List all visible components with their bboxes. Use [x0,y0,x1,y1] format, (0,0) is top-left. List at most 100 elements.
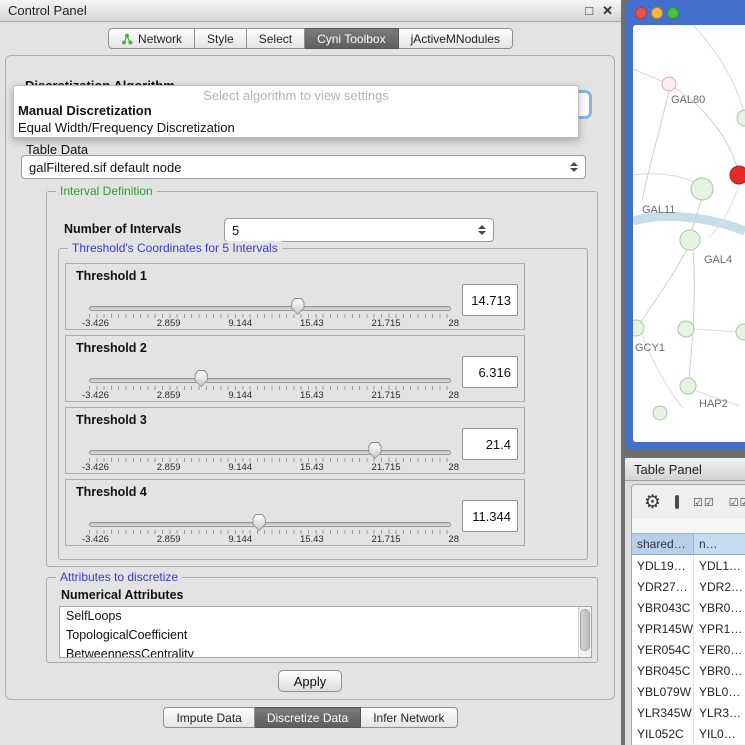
slider-thumb[interactable] [252,514,267,531]
slider-track[interactable] [89,450,451,455]
close-icon[interactable]: ✕ [602,3,613,19]
table-cell[interactable]: YBR0… [694,597,745,618]
table-cell[interactable]: YBR045C [632,660,694,681]
table-cell[interactable]: YER054C [632,639,694,660]
threshold-value-input[interactable]: 21.4 [462,428,518,460]
slider-scale: -3.4262.8599.14415.4321.71528 [82,318,459,329]
table-cell[interactable]: YLR3… [694,702,745,723]
network-node[interactable] [662,77,676,91]
network-node[interactable] [653,406,667,420]
tab-cyni-toolbox[interactable]: Cyni Toolbox [305,28,398,49]
threshold-value-input[interactable]: 14.713 [462,284,518,316]
combobox-value: 5 [232,223,478,238]
tab-discretize-data[interactable]: Discretize Data [255,707,361,728]
table-cell[interactable]: YBL0… [694,681,745,702]
scrollbar-thumb[interactable] [580,609,590,651]
network-node[interactable] [737,110,745,126]
dropdown-option-manual-discretization[interactable]: Manual Discretization [18,103,152,118]
slider-scale-label: 28 [448,534,459,545]
slider-scale-label: 9.144 [228,462,252,473]
network-node[interactable] [691,178,713,200]
network-edge[interactable] [633,216,745,231]
attribute-item[interactable]: SelfLoops [60,607,591,626]
table-cell[interactable]: YER0… [694,639,745,660]
network-edge[interactable] [633,69,666,83]
slider-thumb[interactable] [194,370,209,387]
table-row[interactable]: YLR345WYLR3… [632,702,745,723]
table-cell[interactable]: YBL079W [632,681,694,702]
table-cell[interactable]: YDL1… [694,555,745,576]
tab-infer-network[interactable]: Infer Network [361,707,457,728]
tab-impute-data[interactable]: Impute Data [163,707,254,728]
network-edge[interactable] [694,329,736,332]
network-graph[interactable]: GAL80GAL11GAL4GCY1HAP2 [633,25,745,442]
slider-track[interactable] [89,306,451,311]
tab-select[interactable]: Select [247,28,305,49]
header-cell-shared-name[interactable]: shared… [632,534,694,554]
tab-jactivemnodules[interactable]: jActiveMNodules [399,28,513,49]
table-row[interactable]: YIL052CYIL0… [632,723,745,744]
network-edge[interactable] [633,174,695,183]
network-node[interactable] [680,230,700,250]
dropdown-option-equal-width[interactable]: Equal Width/Frequency Discretization [18,120,235,135]
network-canvas[interactable]: GAL80GAL11GAL4GCY1HAP2 [633,25,745,442]
table-cell[interactable]: YIL052C [632,723,694,744]
threshold-slider[interactable]: -3.4262.8599.14415.4321.71528 [89,302,451,330]
number-of-intervals-combobox[interactable]: 5 [224,218,494,242]
table-cell[interactable]: YBR043C [632,597,694,618]
apply-button[interactable]: Apply [278,670,342,692]
network-node[interactable] [633,320,644,336]
table-row[interactable]: YDR27…YDR2… [632,576,745,597]
network-node-label: GCY1 [635,342,665,354]
table-cell[interactable]: YPR1… [694,618,745,639]
table-cell[interactable]: YLR345W [632,702,694,723]
table-row[interactable]: YBR045CYBR0… [632,660,745,681]
threshold-slider[interactable]: -3.4262.8599.14415.4321.71528 [89,446,451,474]
tab-network[interactable]: Network [108,28,195,49]
table-row[interactable]: YBL079WYBL0… [632,681,745,702]
table-data-combobox[interactable]: galFiltered.sif default node [21,155,586,179]
network-node[interactable] [680,378,696,394]
columns-icon[interactable] [675,495,679,509]
network-edge[interactable] [641,249,687,322]
network-node[interactable] [678,321,694,337]
gear-icon[interactable]: ⚙ [644,493,661,512]
table-cell[interactable]: YDR2… [694,576,745,597]
table-row[interactable]: YBR043CYBR0… [632,597,745,618]
table-row[interactable]: YER054CYER0… [632,639,745,660]
attribute-item[interactable]: TopologicalCoefficient [60,626,591,645]
table-cell[interactable]: YDR27… [632,576,694,597]
traffic-light-close-icon[interactable] [635,7,647,19]
slider-thumb[interactable] [290,298,305,315]
slider-track[interactable] [89,378,451,383]
threshold-value-input[interactable]: 11.344 [462,500,518,532]
table-cell[interactable]: YBR0… [694,660,745,681]
table-row[interactable]: YDL19…YDL1… [632,555,745,576]
slider-scale-label: 21.715 [372,318,401,329]
list-scrollbar[interactable] [578,607,591,657]
table-panel-body: ⚙ ☑☑ ☑☑ shared… n… YDL19…YDL1… YDR27…YDR… [631,484,745,745]
checkbox-pair-icon-2[interactable]: ☑☑ [729,496,745,509]
checkbox-pair-icon[interactable]: ☑☑ [693,496,715,509]
header-cell-name[interactable]: n… [694,534,745,554]
attribute-item[interactable]: BetweennessCentrality [60,645,591,658]
threshold-slider[interactable]: -3.4262.8599.14415.4321.71528 [89,518,451,546]
table-row[interactable]: YPR145WYPR1… [632,618,745,639]
network-node[interactable] [736,324,745,340]
threshold-slider[interactable]: -3.4262.8599.14415.4321.71528 [89,374,451,402]
slider-track[interactable] [89,522,451,527]
network-edge[interactable] [642,91,669,201]
table-cell[interactable]: YIL0… [694,723,745,744]
traffic-light-zoom-icon[interactable] [667,7,679,19]
bottom-tab-bar: Impute Data Discretize Data Infer Networ… [0,707,621,728]
minimize-icon[interactable]: □ [585,3,593,18]
traffic-light-minimize-icon[interactable] [651,7,663,19]
threshold-value-input[interactable]: 6.316 [462,356,518,388]
table-cell[interactable]: YDL19… [632,555,694,576]
tab-style[interactable]: Style [195,28,247,49]
network-edge[interactable] [689,250,694,378]
table-panel-title: Table Panel [634,462,702,477]
network-node[interactable] [730,166,745,184]
slider-thumb[interactable] [367,442,382,459]
table-cell[interactable]: YPR145W [632,618,694,639]
